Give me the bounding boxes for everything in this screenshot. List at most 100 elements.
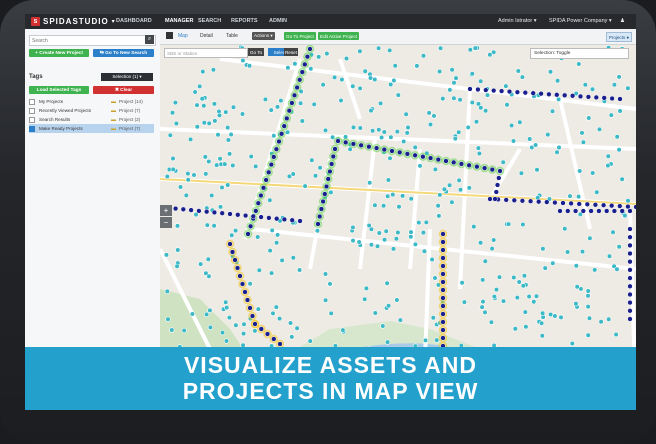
project-pole-marker[interactable] bbox=[557, 208, 563, 214]
pole-marker[interactable] bbox=[554, 149, 560, 155]
pole-marker[interactable] bbox=[520, 283, 526, 289]
pole-marker[interactable] bbox=[241, 321, 247, 327]
project-pole-marker[interactable] bbox=[475, 86, 481, 93]
project-pole-marker[interactable] bbox=[286, 108, 292, 114]
pole-marker[interactable] bbox=[311, 101, 317, 107]
pole-marker[interactable] bbox=[169, 110, 176, 116]
pole-marker[interactable] bbox=[421, 248, 428, 254]
project-pole-marker[interactable] bbox=[255, 200, 261, 206]
pole-marker[interactable] bbox=[539, 333, 545, 339]
pole-marker[interactable] bbox=[552, 313, 558, 319]
project-pole-marker[interactable] bbox=[245, 231, 251, 237]
project-pole-marker[interactable] bbox=[389, 148, 395, 154]
pole-marker[interactable] bbox=[534, 167, 540, 173]
project-pole-marker[interactable] bbox=[315, 221, 321, 227]
project-pole-marker[interactable] bbox=[299, 69, 305, 75]
project-pole-marker[interactable] bbox=[627, 308, 633, 314]
projects-toggle[interactable]: Projects ● bbox=[606, 32, 632, 42]
pole-marker[interactable] bbox=[540, 310, 546, 316]
project-pole-marker[interactable] bbox=[323, 183, 330, 190]
pole-marker[interactable] bbox=[422, 337, 429, 344]
pole-marker[interactable] bbox=[616, 244, 622, 250]
nav-tab-reports[interactable]: REPORTS bbox=[231, 18, 258, 24]
pole-marker[interactable] bbox=[449, 199, 455, 205]
pole-marker[interactable] bbox=[192, 89, 198, 95]
pole-marker[interactable] bbox=[230, 162, 236, 169]
pole-marker[interactable] bbox=[302, 183, 308, 189]
pole-marker[interactable] bbox=[400, 193, 406, 199]
project-pole-marker[interactable] bbox=[611, 208, 618, 214]
pole-marker[interactable] bbox=[229, 232, 235, 238]
nav-tab-admin[interactable]: ADMIN bbox=[269, 18, 287, 24]
pole-marker[interactable] bbox=[362, 68, 368, 74]
pole-marker[interactable] bbox=[514, 295, 520, 301]
pole-marker[interactable] bbox=[616, 74, 622, 80]
pole-marker[interactable] bbox=[606, 253, 613, 259]
brand-logo[interactable]: s SPIDASTUDIO ▾ bbox=[31, 16, 115, 27]
pole-marker[interactable] bbox=[562, 226, 568, 232]
pole-marker[interactable] bbox=[268, 270, 275, 276]
project-pole-marker[interactable] bbox=[227, 211, 233, 217]
project-pole-marker[interactable] bbox=[440, 311, 446, 317]
zoom-out-button[interactable]: − bbox=[160, 217, 172, 228]
pole-marker[interactable] bbox=[378, 100, 384, 106]
pole-marker[interactable] bbox=[393, 236, 399, 242]
company-menu[interactable]: SPIDA Power Company ▾ bbox=[549, 18, 612, 24]
project-pole-marker[interactable] bbox=[266, 215, 272, 221]
pole-marker[interactable] bbox=[269, 227, 275, 233]
pole-marker[interactable] bbox=[503, 83, 509, 89]
project-pole-marker[interactable] bbox=[330, 153, 336, 160]
pole-marker[interactable] bbox=[376, 45, 382, 51]
project-pole-marker[interactable] bbox=[554, 92, 560, 98]
pole-marker[interactable] bbox=[512, 326, 518, 332]
pole-marker[interactable] bbox=[172, 99, 178, 106]
pole-marker[interactable] bbox=[240, 57, 246, 64]
project-pole-marker[interactable] bbox=[266, 169, 272, 175]
pole-marker[interactable] bbox=[420, 230, 427, 236]
pole-marker[interactable] bbox=[372, 202, 378, 208]
pole-marker[interactable] bbox=[219, 184, 225, 191]
pole-marker[interactable] bbox=[423, 219, 429, 225]
pole-marker[interactable] bbox=[478, 240, 484, 246]
pole-marker[interactable] bbox=[489, 246, 495, 252]
pole-marker[interactable] bbox=[457, 97, 463, 103]
project-pole-marker[interactable] bbox=[522, 90, 528, 96]
pole-marker[interactable] bbox=[395, 229, 401, 236]
pole-marker[interactable] bbox=[483, 108, 489, 114]
pole-marker[interactable] bbox=[472, 45, 478, 51]
pole-marker[interactable] bbox=[520, 221, 526, 228]
pole-marker[interactable] bbox=[314, 228, 320, 234]
pole-marker[interactable] bbox=[482, 309, 488, 316]
pole-marker[interactable] bbox=[582, 82, 588, 88]
pole-marker[interactable] bbox=[357, 125, 363, 131]
pole-marker[interactable] bbox=[519, 74, 526, 80]
pole-marker[interactable] bbox=[556, 144, 562, 151]
pole-marker[interactable] bbox=[343, 55, 350, 62]
pole-marker[interactable] bbox=[198, 261, 204, 267]
pole-marker[interactable] bbox=[456, 129, 462, 135]
pole-marker[interactable] bbox=[225, 137, 231, 143]
pole-marker[interactable] bbox=[255, 234, 261, 240]
pole-marker[interactable] bbox=[367, 180, 373, 186]
project-pole-marker[interactable] bbox=[273, 146, 280, 152]
pole-marker[interactable] bbox=[381, 203, 387, 209]
project-pole-marker[interactable] bbox=[619, 208, 625, 214]
project-pole-marker[interactable] bbox=[253, 208, 259, 214]
pole-marker[interactable] bbox=[255, 306, 261, 312]
pole-marker[interactable] bbox=[388, 81, 394, 88]
pole-marker[interactable] bbox=[436, 213, 442, 219]
pole-marker[interactable] bbox=[585, 332, 591, 338]
pole-marker[interactable] bbox=[471, 224, 477, 230]
pole-marker[interactable] bbox=[403, 111, 409, 117]
project-pole-marker[interactable] bbox=[451, 159, 457, 166]
pole-marker[interactable] bbox=[197, 83, 203, 90]
nav-tab-search[interactable]: SEARCH bbox=[198, 18, 221, 24]
pole-marker[interactable] bbox=[526, 293, 532, 300]
pole-marker[interactable] bbox=[587, 235, 593, 241]
pole-marker[interactable] bbox=[206, 120, 212, 126]
project-pole-marker[interactable] bbox=[244, 297, 251, 303]
pole-marker[interactable] bbox=[480, 277, 486, 283]
project-pole-marker[interactable] bbox=[404, 151, 411, 157]
pole-marker[interactable] bbox=[173, 120, 179, 127]
pole-marker[interactable] bbox=[605, 163, 611, 169]
